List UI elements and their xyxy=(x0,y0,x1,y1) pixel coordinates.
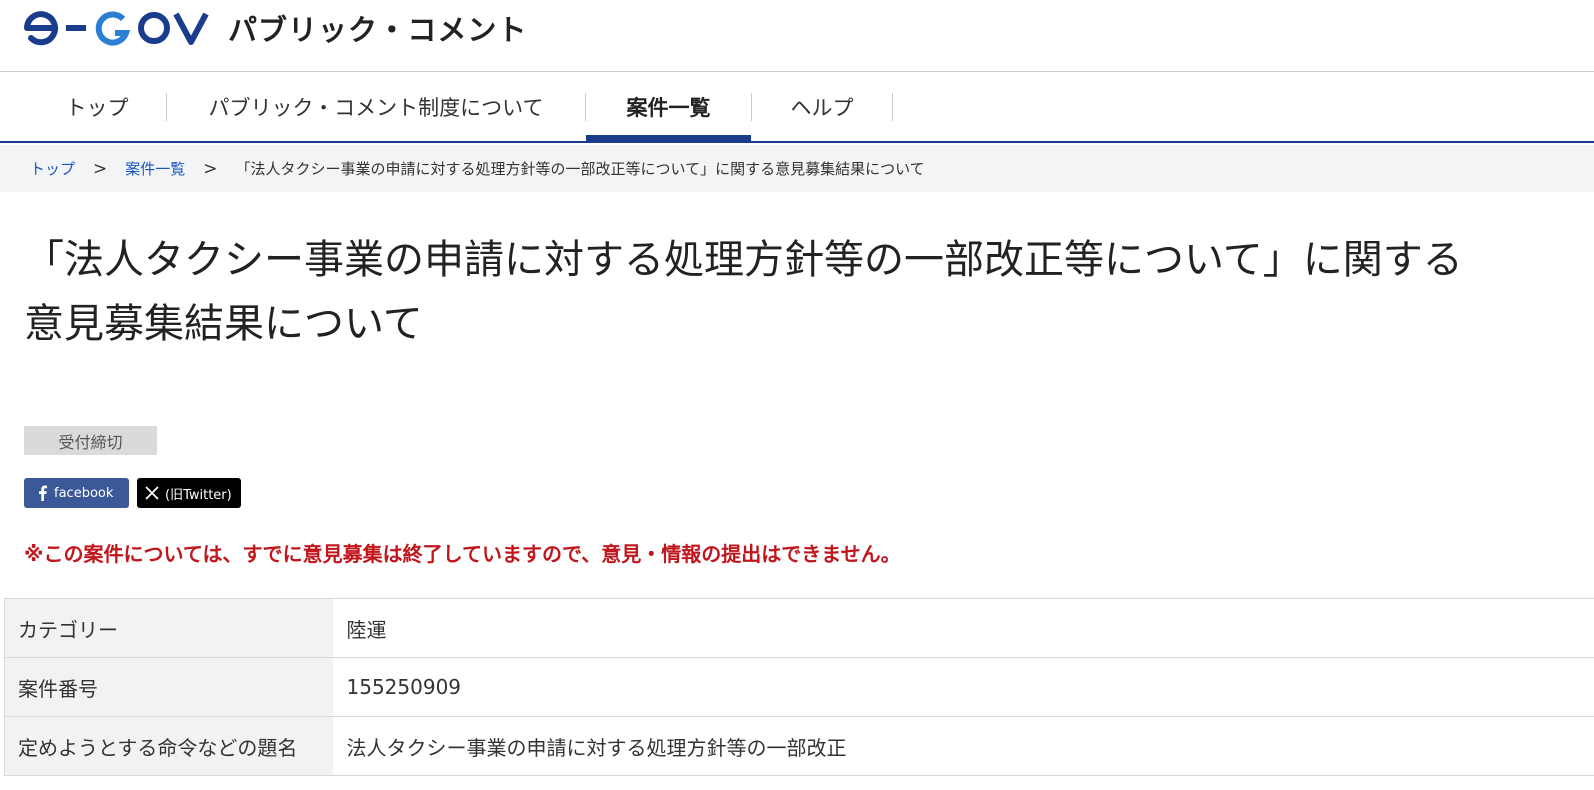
x-icon xyxy=(145,486,159,500)
nav-help[interactable]: ヘルプ xyxy=(752,73,892,141)
nav-case-list[interactable]: 案件一覧 xyxy=(586,73,751,143)
case-number-label: 案件番号 xyxy=(4,657,333,717)
category-label: カテゴリー xyxy=(4,598,333,658)
case-details-table: カテゴリー 陸運 案件番号 155250909 定めようとする命令などの題名 法… xyxy=(4,598,1594,776)
category-value: 陸運 xyxy=(332,598,1594,658)
breadcrumb-separator: > xyxy=(203,158,218,179)
facebook-share-button[interactable]: facebook xyxy=(24,478,129,508)
egov-logo xyxy=(24,11,209,46)
nav-divider xyxy=(892,93,893,121)
global-nav: トップ パブリック・コメント制度について 案件一覧 ヘルプ xyxy=(0,73,1594,143)
site-header: パブリック・コメント xyxy=(0,0,1594,72)
table-row: 定めようとする命令などの題名 法人タクシー事業の申請に対する処理方針等の一部改正 xyxy=(4,716,1594,776)
page-title-line2: 意見募集結果について xyxy=(24,301,423,347)
facebook-share-label: facebook xyxy=(54,485,114,501)
breadcrumb-top[interactable]: トップ xyxy=(30,158,75,179)
table-row: カテゴリー 陸運 xyxy=(4,598,1594,658)
breadcrumb-case-list[interactable]: 案件一覧 xyxy=(125,158,185,179)
breadcrumb: トップ > 案件一覧 > 「法人タクシー事業の申請に対する処理方針等の一部改正等… xyxy=(0,145,1594,192)
breadcrumb-current: 「法人タクシー事業の申請に対する処理方針等の一部改正等について」に関する意見募集… xyxy=(235,160,925,178)
page-title: 「法人タクシー事業の申請に対する処理方針等の一部改正等について」に関する 意見募… xyxy=(24,228,1584,356)
site-title: パブリック・コメント xyxy=(228,13,528,47)
facebook-icon xyxy=(36,485,48,501)
nav-top[interactable]: トップ xyxy=(30,73,164,141)
page-title-line1: 「法人タクシー事業の申請に対する処理方針等の一部改正等について」に関する xyxy=(24,237,1463,283)
case-number-value: 155250909 xyxy=(332,657,1594,717)
status-badge: 受付締切 xyxy=(24,426,157,455)
order-title-value: 法人タクシー事業の申請に対する処理方針等の一部改正 xyxy=(332,716,1594,776)
egov-logo-link[interactable]: パブリック・コメント xyxy=(24,8,527,48)
table-row: 案件番号 155250909 xyxy=(4,657,1594,717)
nav-about-public-comment[interactable]: パブリック・コメント制度について xyxy=(167,73,585,141)
order-title-label: 定めようとする命令などの題名 xyxy=(4,716,333,776)
x-share-label: (旧Twitter) xyxy=(165,487,232,503)
breadcrumb-separator: > xyxy=(93,158,108,179)
closed-notice: ※この案件については、すでに意見募集は終了していますので、意見・情報の提出はでき… xyxy=(24,542,901,566)
x-share-button[interactable]: (旧Twitter) xyxy=(137,478,241,508)
